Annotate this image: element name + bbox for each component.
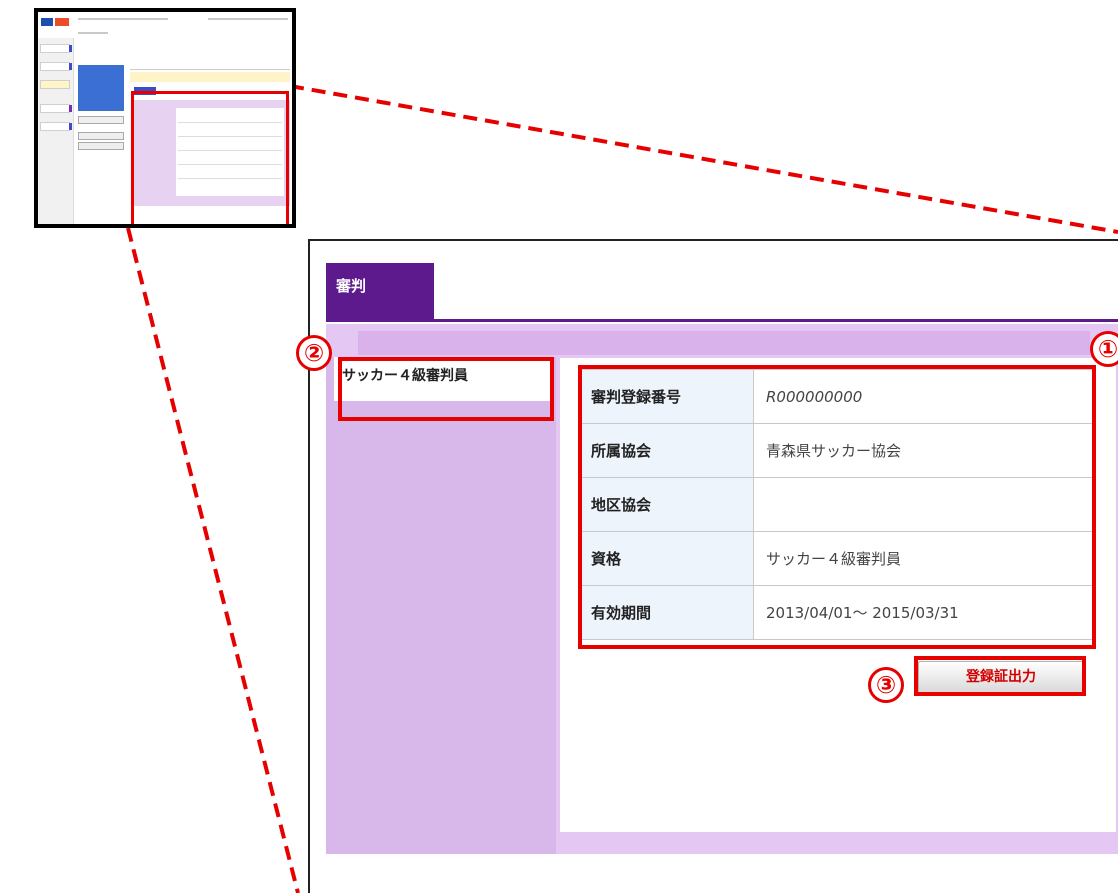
tab-underline: [326, 319, 1118, 322]
referee-panel: 審判 サッカー４級審判員 審判登録番号 R000000000 所属協会 青森県サ…: [308, 239, 1118, 893]
callout-2: ②: [296, 335, 332, 371]
thumb-highlight-box: [131, 91, 289, 224]
qualification-sidebar: [326, 357, 556, 854]
callout-1: ①: [1090, 331, 1118, 367]
thumb-logo: [41, 18, 53, 26]
tab-referee[interactable]: 審判: [326, 263, 434, 321]
highlight-box-print-button: [914, 656, 1086, 696]
callout-3: ③: [868, 667, 904, 703]
overview-thumbnail: [34, 8, 296, 228]
highlight-box-sidebar-item: [338, 357, 554, 421]
thumb-logo-accent: [55, 18, 69, 26]
panel-top-strip: [358, 331, 1090, 355]
thumb-banner: [78, 65, 124, 111]
highlight-box-info-table: [578, 365, 1096, 649]
